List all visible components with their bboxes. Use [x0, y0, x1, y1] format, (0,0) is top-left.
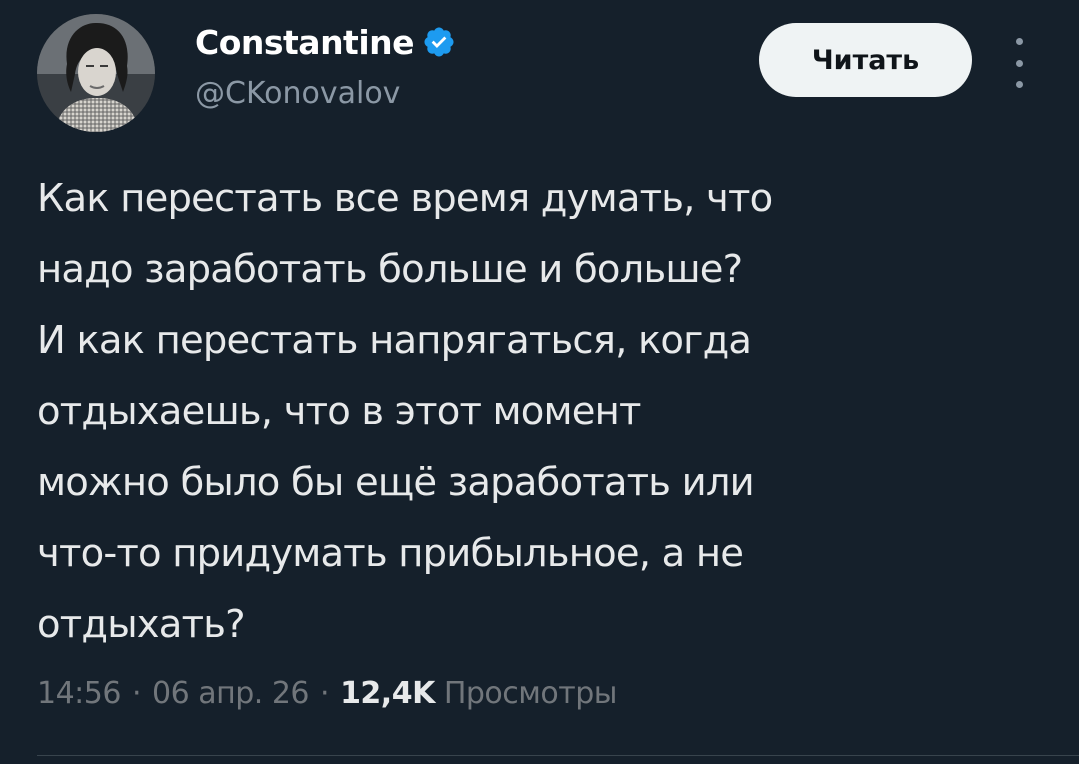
vertical-ellipsis-icon: [1015, 81, 1023, 88]
tweet-line: И как перестать напрягаться, когда: [37, 318, 752, 363]
divider: [37, 755, 1079, 756]
author-name-row: Constantine: [195, 20, 456, 64]
vertical-ellipsis-icon: [1015, 59, 1023, 67]
author-display-name[interactable]: Constantine: [195, 23, 415, 62]
tweet-text: Как перестать все время думать, что надо…: [37, 163, 1047, 660]
tweet-meta: 14:56 · 06 апр. 26 · 12,4K Просмотры: [37, 668, 617, 718]
verified-badge-icon: [422, 25, 456, 59]
more-options-button[interactable]: [1004, 38, 1034, 88]
avatar-photo: [37, 14, 155, 132]
tweet-line: отдыхаешь, что в этот момент: [37, 389, 641, 434]
tweet-line: Как перестать все время думать, что: [37, 176, 773, 221]
tweet-date[interactable]: 06 апр. 26: [152, 676, 310, 711]
author-avatar[interactable]: [37, 14, 155, 132]
views-count[interactable]: 12,4K: [340, 676, 435, 711]
tweet-time[interactable]: 14:56: [37, 676, 121, 711]
meta-separator: ·: [131, 675, 142, 711]
tweet-line: надо заработать больше и больше?: [37, 247, 743, 292]
meta-separator: ·: [320, 675, 330, 711]
views-label: Просмотры: [443, 675, 618, 711]
tweet-line: отдыхать?: [37, 602, 246, 647]
author-handle[interactable]: @CKonovalov: [195, 76, 400, 111]
follow-button[interactable]: Читать: [759, 23, 972, 97]
tweet-line: можно было бы ещё заработать или: [37, 460, 755, 505]
vertical-ellipsis-icon: [1015, 38, 1023, 45]
tweet-line: что-то придумать прибыльное, а не: [37, 531, 744, 576]
